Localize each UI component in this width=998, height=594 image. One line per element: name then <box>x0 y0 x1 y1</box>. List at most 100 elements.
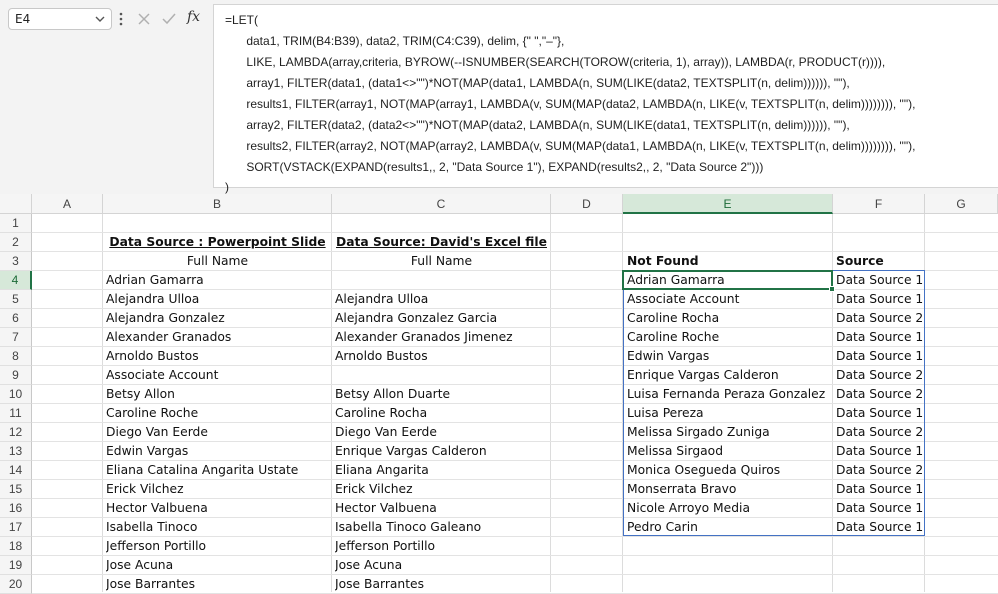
cell-source-b[interactable]: Erick Vilchez <box>106 480 330 499</box>
cell-source[interactable]: Data Source 1 <box>836 442 924 461</box>
row-header-16[interactable]: 16 <box>0 499 32 518</box>
cell-source-c[interactable]: Erick Vilchez <box>335 480 549 499</box>
row-header-7[interactable]: 7 <box>0 328 32 347</box>
cell-source-c[interactable]: Alejandra Gonzalez Garcia <box>335 309 549 328</box>
cell-source-c[interactable]: Alejandra Ulloa <box>335 290 549 309</box>
cell-c2-title[interactable]: Data Source: David's Excel file <box>332 233 551 252</box>
cell-not-found[interactable]: Melissa Sirgaod <box>627 442 831 461</box>
column-header-e[interactable]: E <box>623 194 833 214</box>
cell-source-b[interactable]: Edwin Vargas <box>106 442 330 461</box>
cell-not-found[interactable]: Enrique Vargas Calderon <box>627 366 831 385</box>
chevron-down-icon[interactable] <box>95 14 105 24</box>
cell-e3-header[interactable]: Not Found <box>627 252 827 271</box>
cell-not-found[interactable]: Edwin Vargas <box>627 347 831 366</box>
cell-source[interactable]: Data Source 1 <box>836 271 924 290</box>
cell-source-c[interactable]: Jose Barrantes <box>335 575 549 594</box>
cell-source-b[interactable]: Alejandra Ulloa <box>106 290 330 309</box>
row-header-6[interactable]: 6 <box>0 309 32 328</box>
cell-source[interactable]: Data Source 2 <box>836 309 924 328</box>
cell-source-b[interactable]: Caroline Roche <box>106 404 330 423</box>
cell-b3-header[interactable]: Full Name <box>103 252 332 271</box>
cell-not-found[interactable]: Caroline Rocha <box>627 309 831 328</box>
column-header-g[interactable]: G <box>925 194 998 214</box>
cell-source[interactable]: Data Source 2 <box>836 366 924 385</box>
enter-check-icon[interactable] <box>161 12 177 26</box>
cell-not-found[interactable]: Pedro Carin <box>627 518 831 537</box>
cell-source-c[interactable]: Eliana Angarita <box>335 461 549 480</box>
row-header-9[interactable]: 9 <box>0 366 32 385</box>
cell-source[interactable]: Data Source 1 <box>836 290 924 309</box>
row-header-10[interactable]: 10 <box>0 385 32 404</box>
cell-source-c[interactable]: Enrique Vargas Calderon <box>335 442 549 461</box>
cell-source-c[interactable]: Jose Acuna <box>335 556 549 575</box>
worksheet-grid[interactable]: ABCDEFG 1 2 3 4 5 6 7 8 9 10 11 12 13 14 15 16 17 18 19 20 … <box>0 194 998 594</box>
cell-not-found[interactable]: Luisa Fernanda Peraza Gonzalez <box>627 385 831 404</box>
cell-source-b[interactable]: Betsy Allon <box>106 385 330 404</box>
insert-function-icon[interactable]: fx <box>187 9 200 25</box>
formula-input[interactable]: =LET( data1, TRIM(B4:B39), data2, TRIM(C… <box>213 4 998 194</box>
cell-source-b[interactable]: Diego Van Eerde <box>106 423 330 442</box>
row-header-8[interactable]: 8 <box>0 347 32 366</box>
active-cell-e4[interactable] <box>622 270 833 290</box>
fill-handle[interactable] <box>829 286 835 292</box>
cell-not-found[interactable]: Luisa Pereza <box>627 404 831 423</box>
cell-not-found[interactable]: Caroline Roche <box>627 328 831 347</box>
cell-source[interactable]: Data Source 1 <box>836 518 924 537</box>
column-header-c[interactable]: C <box>332 194 551 214</box>
cell-source-c[interactable]: Diego Van Eerde <box>335 423 549 442</box>
cell-source-c[interactable]: Alexander Granados Jimenez <box>335 328 549 347</box>
row-header-11[interactable]: 11 <box>0 404 32 423</box>
select-all-corner[interactable] <box>0 194 32 214</box>
row-header-20[interactable]: 20 <box>0 575 32 594</box>
cell-not-found[interactable]: Monica Osegueda Quiros <box>627 461 831 480</box>
cell-source-b[interactable]: Associate Account <box>106 366 330 385</box>
row-header-13[interactable]: 13 <box>0 442 32 461</box>
row-header-19[interactable]: 19 <box>0 556 32 575</box>
cell-not-found[interactable]: Associate Account <box>627 290 831 309</box>
row-header-3[interactable]: 3 <box>0 252 32 271</box>
cell-source[interactable]: Data Source 1 <box>836 347 924 366</box>
row-header-18[interactable]: 18 <box>0 537 32 556</box>
more-options-icon[interactable] <box>119 11 123 27</box>
cell-source-c[interactable]: Arnoldo Bustos <box>335 347 549 366</box>
cell-source-b[interactable]: Hector Valbuena <box>106 499 330 518</box>
cell-source[interactable]: Data Source 1 <box>836 499 924 518</box>
cell-source-b[interactable]: Arnoldo Bustos <box>106 347 330 366</box>
cell-not-found[interactable]: Monserrata Bravo <box>627 480 831 499</box>
cell-source[interactable]: Data Source 2 <box>836 461 924 480</box>
cell-source-c[interactable]: Jefferson Portillo <box>335 537 549 556</box>
column-header-a[interactable]: A <box>32 194 103 214</box>
cell-source-c[interactable]: Isabella Tinoco Galeano <box>335 518 549 537</box>
row-header-14[interactable]: 14 <box>0 461 32 480</box>
row-header-17[interactable]: 17 <box>0 518 32 537</box>
cell-source-b[interactable]: Alexander Granados <box>106 328 330 347</box>
cell-not-found[interactable]: Nicole Arroyo Media <box>627 499 831 518</box>
row-header-2[interactable]: 2 <box>0 233 32 252</box>
cell-source-c[interactable] <box>335 366 549 385</box>
cell-c3-header[interactable]: Full Name <box>332 252 551 271</box>
cell-source-b[interactable]: Adrian Gamarra <box>106 271 330 290</box>
cell-f3-header[interactable]: Source <box>836 252 926 271</box>
cell-source[interactable]: Data Source 2 <box>836 385 924 404</box>
cell-source-c[interactable]: Betsy Allon Duarte <box>335 385 549 404</box>
cell-source-b[interactable]: Jose Acuna <box>106 556 330 575</box>
cell-source-c[interactable] <box>335 271 549 290</box>
cell-source-b[interactable]: Jose Barrantes <box>106 575 330 594</box>
cell-source[interactable]: Data Source 2 <box>836 423 924 442</box>
column-header-f[interactable]: F <box>833 194 925 214</box>
row-header-12[interactable]: 12 <box>0 423 32 442</box>
cell-not-found[interactable]: Melissa Sirgado Zuniga <box>627 423 831 442</box>
cancel-icon[interactable] <box>137 12 151 26</box>
cell-source-b[interactable]: Alejandra Gonzalez <box>106 309 330 328</box>
cell-source-b[interactable]: Jefferson Portillo <box>106 537 330 556</box>
cell-source-b[interactable]: Isabella Tinoco <box>106 518 330 537</box>
cell-source[interactable]: Data Source 1 <box>836 404 924 423</box>
row-header-4[interactable]: 4 <box>0 271 32 290</box>
row-header-15[interactable]: 15 <box>0 480 32 499</box>
cell-source[interactable]: Data Source 1 <box>836 328 924 347</box>
column-header-b[interactable]: B <box>103 194 332 214</box>
row-header-1[interactable]: 1 <box>0 214 32 233</box>
cell-source-b[interactable]: Eliana Catalina Angarita Ustate <box>106 461 330 480</box>
column-header-d[interactable]: D <box>551 194 623 214</box>
row-header-5[interactable]: 5 <box>0 290 32 309</box>
